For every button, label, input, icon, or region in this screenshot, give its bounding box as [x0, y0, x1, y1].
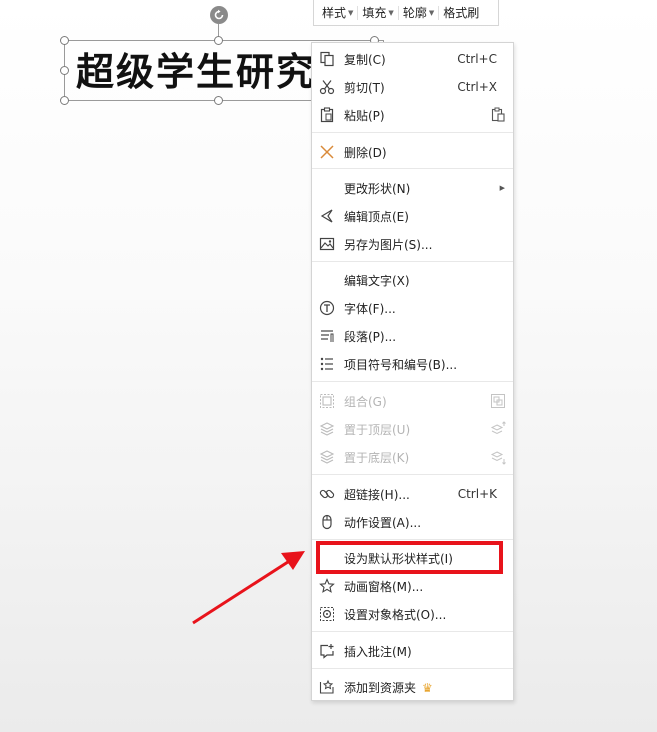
- chevron-down-icon: ▼: [348, 8, 354, 17]
- menu-item-label: 设置对象格式(O)...: [344, 607, 447, 622]
- delete-icon: [318, 143, 336, 161]
- outline-label: 轮廓: [402, 6, 427, 20]
- fill-button[interactable]: 填充 ▼: [358, 0, 397, 25]
- menu-item-label: 超链接(H)...: [344, 487, 410, 502]
- mouse-icon: [318, 513, 336, 531]
- menu-divider: [312, 668, 513, 669]
- menu-item-label: 动画窗格(M)...: [344, 579, 424, 594]
- menu-item-label: 项目符号和编号(B)...: [344, 357, 458, 372]
- style-label: 样式: [322, 6, 347, 20]
- resize-handle-left[interactable]: [60, 66, 69, 75]
- chevron-down-icon: ▼: [388, 8, 394, 17]
- menu-divider: [312, 261, 513, 262]
- bring-front-options-icon: [489, 420, 507, 438]
- menu-item-font[interactable]: 字体(F)...: [312, 296, 513, 320]
- layers-down-icon: [318, 448, 336, 466]
- menu-item-label: 添加到资源夹 ♛: [344, 679, 433, 696]
- layers-up-icon: [318, 420, 336, 438]
- group-icon: [318, 392, 336, 410]
- menu-item-paragraph[interactable]: 段落(P)...: [312, 324, 513, 348]
- highlight-annotation-box: [316, 541, 503, 574]
- menu-item-label: 编辑顶点(E): [344, 209, 409, 224]
- menu-item-animation-pane[interactable]: 动画窗格(M)...: [312, 574, 513, 598]
- menu-item-label: 段落(P)...: [344, 329, 397, 344]
- style-button[interactable]: 样式 ▼: [318, 0, 357, 25]
- menu-divider: [312, 539, 513, 540]
- menu-item-save-as-picture[interactable]: 另存为图片(S)...: [312, 232, 513, 256]
- format-painter-label: 格式刷: [443, 6, 480, 20]
- font-icon: [318, 299, 336, 317]
- menu-item-copy[interactable]: 复制(C) Ctrl+C: [312, 47, 513, 71]
- menu-item-insert-comment[interactable]: 插入批注(M): [312, 639, 513, 663]
- picture-icon: [318, 235, 336, 253]
- send-back-options-icon: [489, 448, 507, 466]
- add-to-library-label: 添加到资源夹: [344, 680, 417, 695]
- menu-item-format-object[interactable]: 设置对象格式(O)...: [312, 602, 513, 626]
- menu-item-label: 动作设置(A)...: [344, 515, 422, 530]
- fill-label: 填充: [362, 6, 387, 20]
- menu-divider: [312, 132, 513, 133]
- crown-icon: ♛: [422, 680, 433, 695]
- submenu-arrow-icon: ▶: [499, 184, 505, 192]
- library-star-icon: [318, 678, 336, 696]
- menu-item-paste[interactable]: 粘贴(P): [312, 103, 513, 127]
- resize-handle-top[interactable]: [214, 36, 223, 45]
- menu-item-change-shape[interactable]: 更改形状(N) ▶: [312, 176, 513, 200]
- comment-add-icon: [318, 642, 336, 660]
- menu-item-label: 置于顶层(U): [344, 422, 411, 437]
- scissors-icon: [318, 78, 336, 96]
- format-object-icon: [318, 605, 336, 623]
- link-icon: [318, 485, 336, 503]
- outline-button[interactable]: 轮廓 ▼: [399, 0, 438, 25]
- menu-item-label: 组合(G): [344, 394, 387, 409]
- menu-item-cut[interactable]: 剪切(T) Ctrl+X: [312, 75, 513, 99]
- menu-item-edit-points[interactable]: 编辑顶点(E): [312, 204, 513, 228]
- shortcut: Ctrl+X: [457, 80, 497, 94]
- menu-item-group: 组合(G): [312, 389, 513, 413]
- mini-toolbar: 样式 ▼ 填充 ▼ 轮廓 ▼ 格式刷: [313, 0, 499, 26]
- menu-item-label: 复制(C): [344, 52, 386, 67]
- menu-item-label: 更改形状(N): [344, 181, 411, 196]
- resize-handle-bottom[interactable]: [214, 96, 223, 105]
- menu-item-edit-text[interactable]: 编辑文字(X): [312, 268, 513, 292]
- menu-divider: [312, 474, 513, 475]
- menu-item-label: 插入批注(M): [344, 644, 412, 659]
- menu-item-label: 剪切(T): [344, 80, 385, 95]
- menu-item-hyperlink[interactable]: 超链接(H)... Ctrl+K: [312, 482, 513, 506]
- menu-item-send-to-back: 置于底层(K): [312, 445, 513, 469]
- menu-item-label: 置于底层(K): [344, 450, 410, 465]
- shortcut: Ctrl+K: [457, 487, 497, 501]
- paste-icon: [318, 106, 336, 124]
- shortcut: Ctrl+C: [457, 52, 497, 66]
- copy-icon: [318, 50, 336, 68]
- menu-divider: [312, 381, 513, 382]
- edit-points-icon: [318, 207, 336, 225]
- menu-item-label: 删除(D): [344, 145, 387, 160]
- group-options-icon: [489, 392, 507, 410]
- menu-item-bring-to-front: 置于顶层(U): [312, 417, 513, 441]
- format-painter-button[interactable]: 格式刷: [439, 0, 483, 25]
- text-box-content[interactable]: 超级学生研究: [76, 46, 314, 98]
- paragraph-icon: [318, 327, 336, 345]
- menu-divider: [312, 168, 513, 169]
- menu-item-label: 字体(F)...: [344, 301, 396, 316]
- rotate-icon: [214, 9, 224, 20]
- paste-options-icon[interactable]: [489, 106, 507, 124]
- resize-handle-top-left[interactable]: [60, 36, 69, 45]
- star-icon: [318, 577, 336, 595]
- context-menu: 复制(C) Ctrl+C 剪切(T) Ctrl+X 粘贴(P) 删除(D) 更改…: [311, 42, 514, 701]
- chevron-down-icon: ▼: [428, 8, 435, 17]
- bullet-list-icon: [318, 355, 336, 373]
- menu-item-bullets[interactable]: 项目符号和编号(B)...: [312, 352, 513, 376]
- menu-item-delete[interactable]: 删除(D): [312, 140, 513, 164]
- menu-item-action-settings[interactable]: 动作设置(A)...: [312, 510, 513, 534]
- menu-item-add-to-library[interactable]: 添加到资源夹 ♛: [312, 675, 513, 699]
- menu-item-label: 粘贴(P): [344, 108, 385, 123]
- menu-item-label: 另存为图片(S)...: [344, 237, 433, 252]
- arrow-annotation-icon: [192, 551, 305, 625]
- menu-item-label: 编辑文字(X): [344, 273, 410, 288]
- resize-handle-bottom-left[interactable]: [60, 96, 69, 105]
- menu-divider: [312, 631, 513, 632]
- rotate-handle[interactable]: [210, 6, 228, 24]
